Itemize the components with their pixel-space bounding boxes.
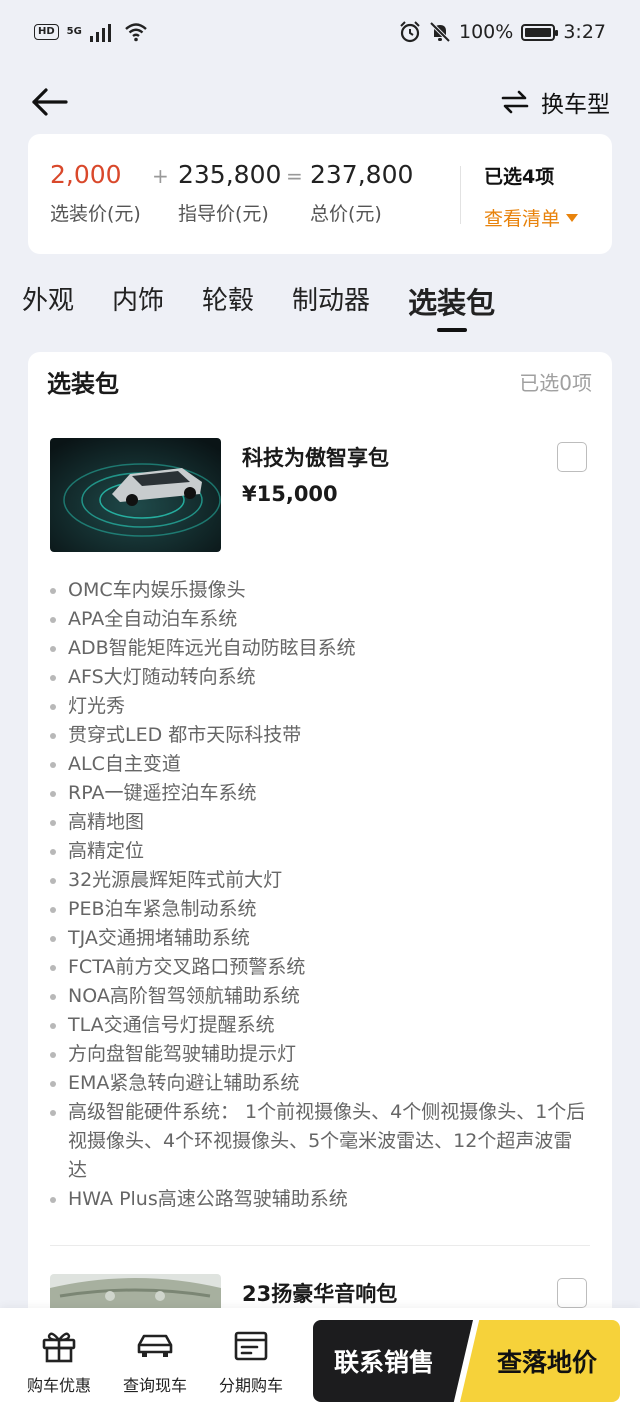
switch-model-button[interactable]: 换车型 — [501, 85, 610, 119]
check-landing-price-button[interactable]: 查落地价 — [460, 1320, 620, 1402]
guide-price-block: 235,800 指导价(元) — [178, 160, 281, 226]
tab-exterior[interactable]: 外观 — [22, 280, 74, 324]
category-tabs: 外观 内饰 轮毂 制动器 选装包 — [22, 280, 495, 324]
option-price-block: 2,000 选装价(元) — [50, 160, 141, 226]
clock: 3:27 — [563, 21, 606, 43]
equals-sign: = — [286, 164, 303, 188]
status-left: HD 5G — [34, 22, 148, 42]
option-price: 2,000 — [50, 160, 122, 189]
tab-wheels[interactable]: 轮毂 — [202, 280, 254, 324]
feature-item: AFS大灯随动转向系统 — [50, 663, 590, 692]
total-price: 237,800 — [310, 160, 414, 189]
feature-item: APA全自动泊车系统 — [50, 605, 590, 634]
package-checkbox[interactable] — [557, 442, 587, 472]
total-price-block: 237,800 总价(元) — [310, 160, 413, 226]
hd-badge: HD — [34, 24, 59, 40]
feature-item: 高级智能硬件系统： 1个前视摄像头、4个侧视摄像头、1个后视摄像头、4个环视摄像… — [50, 1098, 590, 1185]
battery-icon — [521, 23, 559, 41]
battery-percent: 100% — [459, 21, 514, 43]
package-checkbox[interactable] — [557, 1278, 587, 1308]
packages-selected-count: 已选0项 — [519, 371, 592, 395]
alarm-icon — [400, 21, 420, 43]
package-image — [50, 438, 221, 552]
switch-model-label: 换车型 — [541, 92, 610, 118]
packages-title: 选装包 — [47, 370, 119, 398]
purchase-discount-button[interactable]: 购车优惠 — [14, 1324, 104, 1396]
feature-item: PEB泊车紧急制动系统 — [50, 895, 590, 924]
bottom-item-label: 查询现车 — [122, 1376, 187, 1395]
bottom-item-label: 购车优惠 — [26, 1376, 91, 1395]
package-name: 科技为傲智享包 — [242, 446, 389, 470]
package-divider — [50, 1245, 590, 1246]
guide-price: 235,800 — [178, 160, 282, 189]
status-bar: HD 5G 100% 3:27 — [0, 0, 640, 64]
network-label: 5G — [66, 26, 82, 37]
bottom-action-bar: 购车优惠 查询现车 分期购车 联系销售 查落地价 — [0, 1308, 640, 1415]
feature-item: OMC车内娱乐摄像头 — [50, 576, 590, 605]
feature-item: ADB智能矩阵远光自动防眩目系统 — [50, 634, 590, 663]
feature-item: 方向盘智能驾驶辅助提示灯 — [50, 1040, 590, 1069]
contact-sales-button[interactable]: 联系销售 — [313, 1320, 473, 1402]
bottom-item-label: 分期购车 — [218, 1376, 283, 1395]
package-item[interactable]: 科技为傲智享包 ¥15,000 — [50, 438, 590, 558]
feature-item: NOA高阶智驾领航辅助系统 — [50, 982, 590, 1011]
car-icon — [137, 1334, 173, 1357]
feature-item: ALC自主变道 — [50, 750, 590, 779]
wifi-icon — [125, 23, 147, 42]
installment-button[interactable]: 分期购车 — [206, 1324, 296, 1396]
back-arrow-icon[interactable] — [30, 82, 70, 122]
feature-item: 高精定位 — [50, 837, 590, 866]
feature-item: FCTA前方交叉路口预警系统 — [50, 953, 590, 982]
selected-count: 已选4项 — [484, 166, 555, 188]
feature-item: TJA交通拥堵辅助系统 — [50, 924, 590, 953]
package-feature-list: OMC车内娱乐摄像头 APA全自动泊车系统 ADB智能矩阵远光自动防眩目系统 A… — [50, 576, 590, 1214]
feature-item: 高精地图 — [50, 808, 590, 837]
package-price: ¥15,000 — [242, 482, 338, 506]
mute-icon — [429, 21, 451, 43]
status-right: 100% 3:27 — [399, 21, 606, 43]
feature-item: HWA Plus高速公路驾驶辅助系统 — [50, 1185, 590, 1214]
installment-icon — [234, 1331, 268, 1361]
feature-item: 贯穿式LED 都市天际科技带 — [50, 721, 590, 750]
option-price-label: 选装价(元) — [50, 203, 141, 225]
feature-item: 32光源晨辉矩阵式前大灯 — [50, 866, 590, 895]
view-list-button[interactable]: 查看清单 — [484, 204, 579, 231]
packages-header: 选装包 已选0项 — [47, 364, 592, 399]
signal-icon — [89, 24, 111, 42]
divider — [460, 166, 461, 224]
tab-brakes[interactable]: 制动器 — [292, 280, 370, 324]
feature-item: 灯光秀 — [50, 692, 590, 721]
tab-option-packages[interactable]: 选装包 — [408, 280, 495, 324]
gift-icon — [42, 1332, 76, 1363]
package-name: 23扬豪华音响包 — [242, 1282, 398, 1306]
feature-item: EMA紧急转向避让辅助系统 — [50, 1069, 590, 1098]
tab-interior[interactable]: 内饰 — [112, 280, 164, 324]
plus-sign: + — [152, 164, 169, 188]
price-summary-card: 2,000 选装价(元) + 235,800 指导价(元) = 237,800 … — [28, 134, 612, 254]
top-nav: 换车型 — [0, 78, 640, 126]
total-price-label: 总价(元) — [310, 203, 382, 225]
feature-item: RPA一键遥控泊车系统 — [50, 779, 590, 808]
view-list-label: 查看清单 — [484, 208, 561, 230]
feature-item: TLA交通信号灯提醒系统 — [50, 1011, 590, 1040]
swap-icon — [501, 90, 529, 114]
inventory-search-button[interactable]: 查询现车 — [110, 1324, 200, 1396]
guide-price-label: 指导价(元) — [178, 203, 269, 225]
caret-down-icon — [566, 213, 579, 222]
option-packages-card: 选装包 已选0项 科技为傲智享包 ¥15,000 OMC车内娱乐摄像头 APA全… — [28, 352, 612, 1362]
